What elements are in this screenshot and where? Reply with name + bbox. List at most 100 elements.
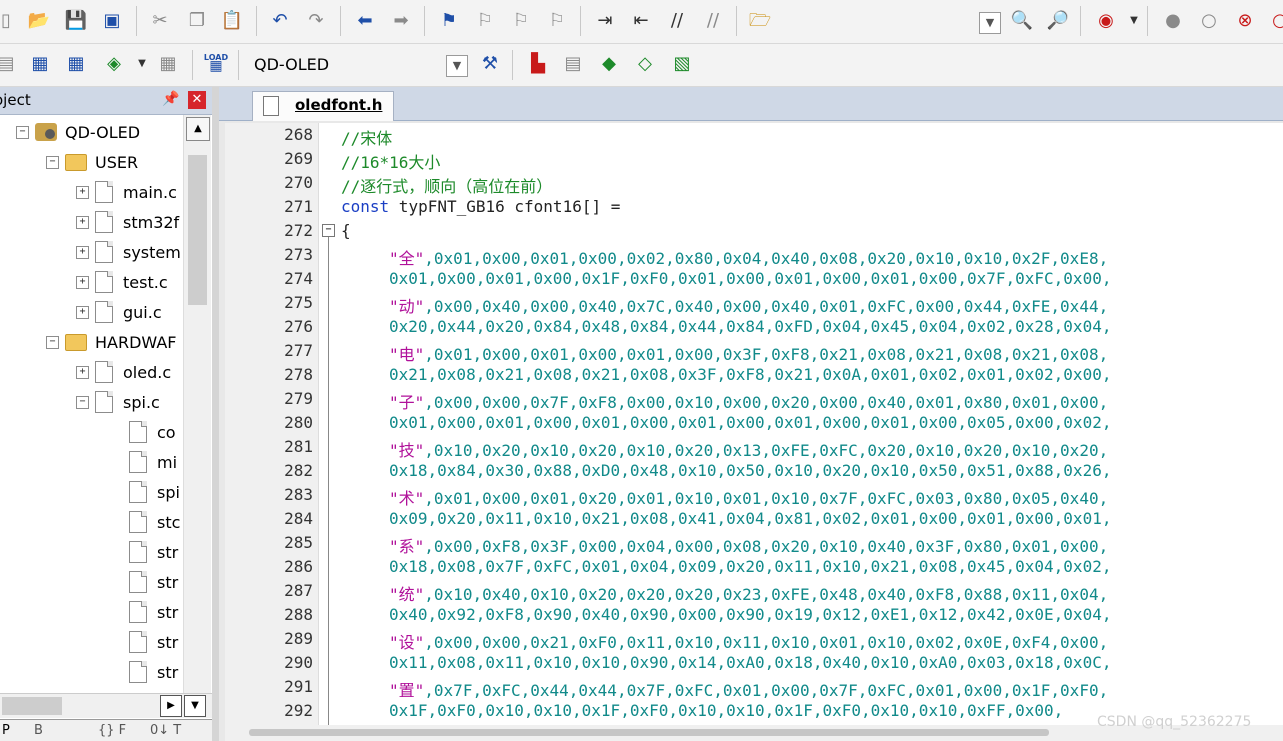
copy-icon[interactable]: ❐ <box>185 9 209 33</box>
tree-file[interactable]: + test.c <box>76 268 168 296</box>
debug-icon[interactable]: ◉ <box>1094 9 1118 33</box>
code-line: //16*16大小 <box>341 149 440 173</box>
expand-icon[interactable]: + <box>76 275 89 289</box>
pin-icon[interactable]: 📌 <box>162 91 179 107</box>
tree-subfile[interactable]: spi <box>129 478 180 506</box>
collapse-icon[interactable]: − <box>76 395 89 409</box>
tree-subfile[interactable]: str <box>129 598 178 626</box>
run-time-environment-icon[interactable]: ◆ <box>597 52 621 76</box>
breakpoint-icon[interactable]: ● <box>1161 9 1185 33</box>
file-icon <box>95 211 113 233</box>
chevron-down-icon[interactable]: ▼ <box>184 695 206 717</box>
indent-icon[interactable]: ⇥ <box>593 9 617 33</box>
scroll-up-icon[interactable]: ▲ <box>186 117 210 141</box>
new-file-icon[interactable]: ▯ <box>0 9 18 33</box>
select-software-packs-icon[interactable]: ▧ <box>670 52 694 76</box>
tree-subfile[interactable]: str <box>129 658 178 686</box>
uncomment-icon[interactable]: // <box>701 9 725 33</box>
stop-build-icon[interactable]: ▦ <box>156 52 180 76</box>
tab-books[interactable]: B <box>34 720 43 741</box>
cut-icon[interactable]: ✂ <box>148 9 172 33</box>
tree-file[interactable]: + system <box>76 238 181 266</box>
tab-functions[interactable]: {} F <box>98 720 126 741</box>
tree-folder[interactable]: − HARDWAF <box>46 328 177 356</box>
find-icon[interactable]: 🔍 <box>1010 9 1034 33</box>
chevron-down-icon[interactable]: ▼ <box>1122 9 1146 33</box>
pack-installer-icon[interactable]: ◇ <box>633 52 657 76</box>
redo-icon[interactable]: ↷ <box>304 9 328 33</box>
code-line: "统",0x10,0x40,0x10,0x20,0x20,0x20,0x23,0… <box>389 581 1108 605</box>
toolbar-separator <box>580 6 581 36</box>
file-icon <box>129 511 147 533</box>
toolbar-separator <box>512 50 513 80</box>
build-icon[interactable]: ▦ <box>28 52 52 76</box>
collapse-icon[interactable]: − <box>46 335 59 349</box>
target-select[interactable]: QD-OLED <box>254 55 329 74</box>
tree-subfile[interactable]: stc <box>129 508 180 536</box>
tree-vertical-scrollbar[interactable]: ▲ <box>183 115 211 695</box>
tree-file[interactable]: + oled.c <box>76 358 171 386</box>
load-icon[interactable]: LOAD ▦ <box>204 50 228 74</box>
tab-project[interactable]: P <box>2 720 10 741</box>
scrollbar-thumb[interactable] <box>249 729 1049 736</box>
bookmark-clear-icon[interactable]: ⚐ <box>545 9 569 33</box>
fold-collapse-icon[interactable]: − <box>322 224 335 237</box>
tree-file[interactable]: + gui.c <box>76 298 162 326</box>
unindent-icon[interactable]: ⇤ <box>629 9 653 33</box>
incremental-find-icon[interactable]: 🔎 <box>1046 9 1070 33</box>
code-editor[interactable]: 268 269 270 271 272 273 274 275 276 277 278 279 280 2… <box>225 123 1283 725</box>
line-number: 287 <box>284 581 313 600</box>
expand-icon[interactable]: + <box>76 215 89 229</box>
scroll-right-icon[interactable]: ▶ <box>160 695 182 717</box>
tree-file[interactable]: + stm32f <box>76 208 179 236</box>
tab-oledfont-h[interactable]: oledfont.h <box>252 91 394 121</box>
chevron-down-icon[interactable]: ▼ <box>130 52 154 76</box>
expand-icon[interactable]: + <box>76 305 89 319</box>
compile-icon[interactable]: ▤ <box>0 52 18 76</box>
tree-subfile[interactable]: str <box>129 568 178 596</box>
batch-build-icon[interactable]: ◈ <box>102 52 126 76</box>
file-extensions-icon[interactable]: ▙ <box>526 52 550 76</box>
collapse-icon[interactable]: − <box>16 125 29 139</box>
tree-subfile[interactable]: str <box>129 628 178 656</box>
bookmark-prev-icon[interactable]: ⚐ <box>473 9 497 33</box>
expand-icon[interactable]: + <box>76 365 89 379</box>
tree-horizontal-scrollbar[interactable]: ▶ ▼ <box>0 693 212 718</box>
save-icon[interactable]: 💾 <box>64 9 88 33</box>
expand-icon[interactable]: + <box>76 245 89 259</box>
tree-file[interactable]: + main.c <box>76 178 177 206</box>
line-number: 270 <box>284 173 313 192</box>
paste-icon[interactable]: 📋 <box>220 9 244 33</box>
breakpoint-kill-icon[interactable]: ⊗ <box>1233 9 1257 33</box>
save-all-icon[interactable]: ▣ <box>100 9 124 33</box>
tree-subfile[interactable]: co <box>129 418 176 446</box>
close-icon[interactable]: ✕ <box>188 91 206 109</box>
find-dropdown[interactable]: ▼ <box>979 12 1001 34</box>
navigate-back-icon[interactable]: ⬅ <box>353 9 377 33</box>
open-file-icon[interactable]: 📂 <box>27 9 51 33</box>
tree-folder[interactable]: − USER <box>46 148 138 176</box>
scrollbar-thumb[interactable] <box>188 155 207 305</box>
bookmark-icon[interactable]: ⚑ <box>437 9 461 33</box>
expand-icon[interactable]: + <box>76 185 89 199</box>
collapse-icon[interactable]: − <box>46 155 59 169</box>
rebuild-icon[interactable]: ▦ <box>64 52 88 76</box>
navigate-forward-icon[interactable]: ➡ <box>389 9 413 33</box>
undo-icon[interactable]: ↶ <box>268 9 292 33</box>
target-options-icon[interactable]: ⚒ <box>478 52 502 76</box>
tree-subfile[interactable]: mi <box>129 448 177 476</box>
tree-root[interactable]: − QD-OLED <box>16 118 140 146</box>
tab-templates[interactable]: 0↓ T <box>150 720 181 741</box>
tree-file[interactable]: − spi.c <box>76 388 160 416</box>
scrollbar-thumb[interactable] <box>2 697 62 715</box>
comment-icon[interactable]: // <box>665 9 689 33</box>
manage-components-icon[interactable]: ▤ <box>561 52 585 76</box>
find-in-files-icon[interactable]: 🗁 <box>748 9 772 33</box>
breakpoint-clear-icon[interactable]: ○ <box>1268 9 1283 33</box>
panel-splitter[interactable] <box>212 87 219 741</box>
bookmark-next-icon[interactable]: ⚐ <box>509 9 533 33</box>
tree-subfile[interactable]: str <box>129 538 178 566</box>
target-dropdown[interactable]: ▼ <box>446 55 468 77</box>
code-string: "技" <box>389 441 425 460</box>
breakpoint-disable-icon[interactable]: ○ <box>1197 9 1221 33</box>
